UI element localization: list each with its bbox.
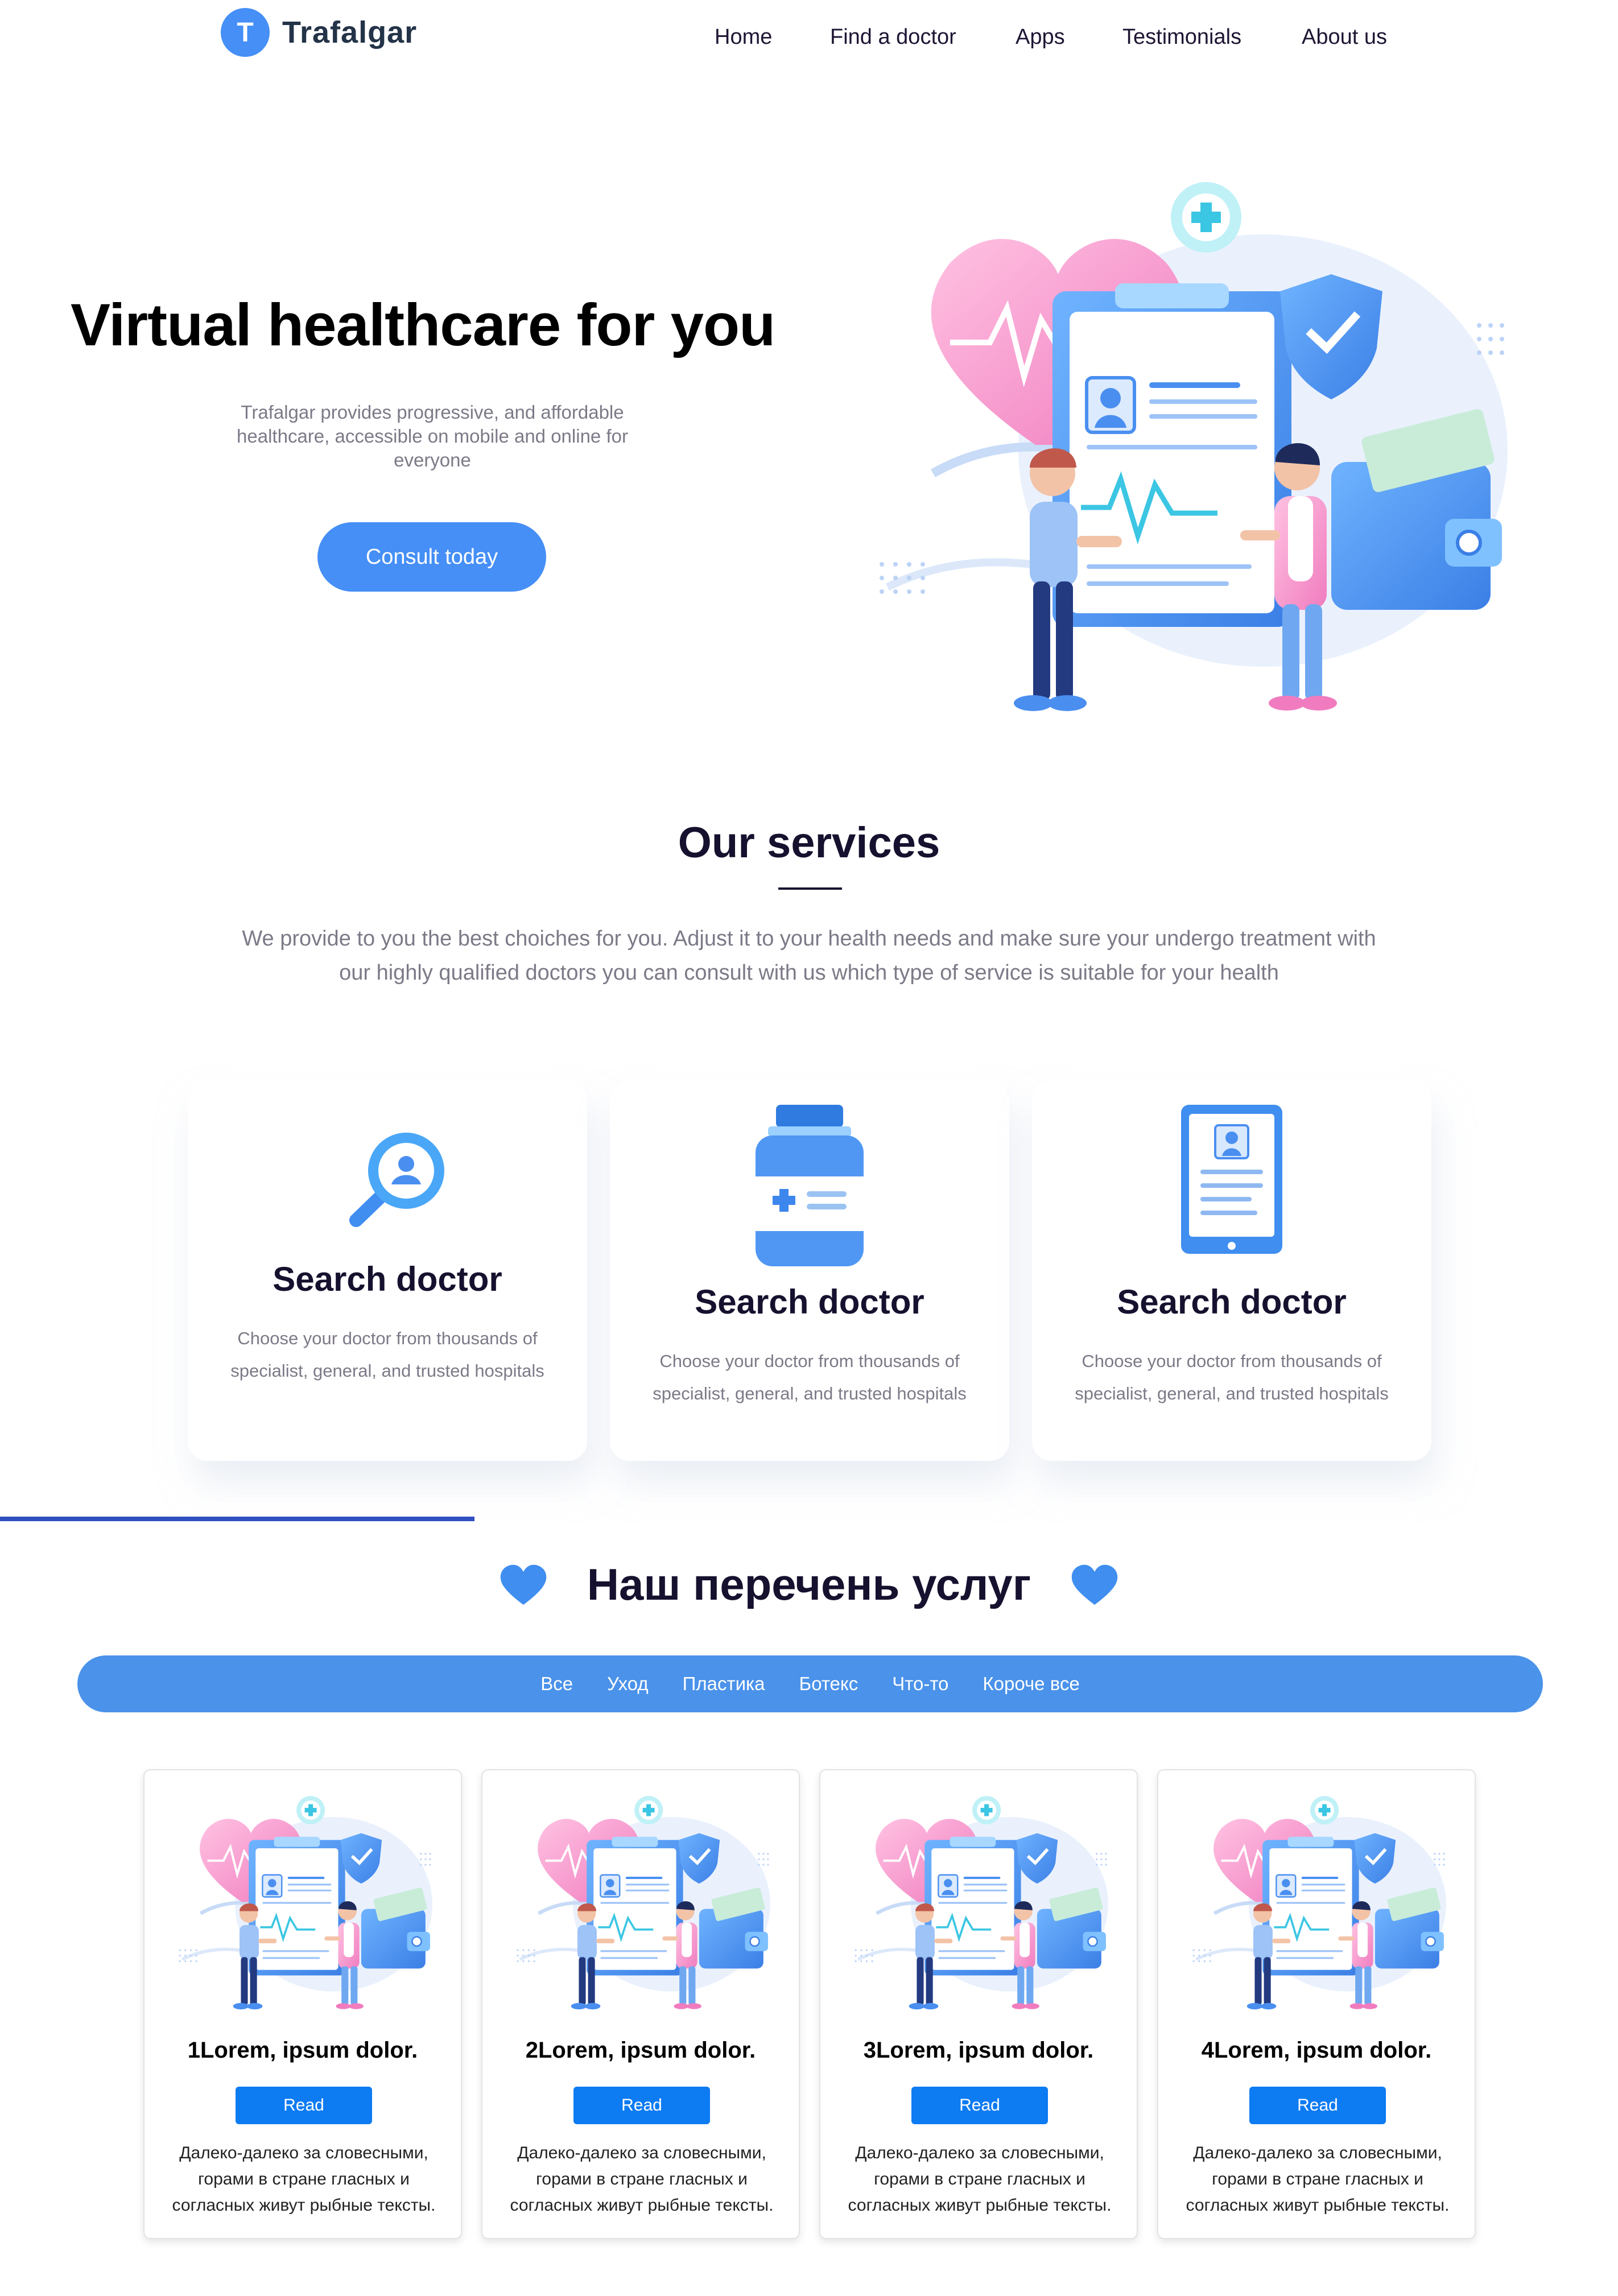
services-description: We provide to you the best choiches for … — [242, 927, 1376, 985]
read-button[interactable]: Read — [573, 2087, 710, 2124]
consult-today-button[interactable]: Consult today — [317, 522, 546, 592]
read-button[interactable]: Read — [911, 2087, 1048, 2124]
product-card-title: 3Lorem, ipsum dolor. — [863, 2038, 1094, 2063]
card-illustration — [849, 1790, 1111, 2018]
product-card-description: Далеко-далеко за словесными, горами в ст… — [172, 2144, 436, 2215]
hero-description: Trafalgar provides progressive, and affo… — [237, 402, 628, 470]
nav-apps[interactable]: Apps — [1016, 25, 1065, 49]
service-card-description: Choose your doctor from thousands of spe… — [653, 1351, 967, 1403]
nav-home[interactable]: Home — [715, 25, 772, 49]
magnifier-icon — [188, 1126, 587, 1246]
filter-botox[interactable]: Ботекс — [799, 1673, 858, 1695]
product-card: 1Lorem, ipsum dolor. Read Далеко-далеко … — [143, 1769, 462, 2239]
read-button[interactable]: Read — [1249, 2087, 1386, 2124]
filter-plastic[interactable]: Пластика — [683, 1673, 765, 1695]
service-card-title: Search doctor — [695, 1283, 924, 1321]
service-card[interactable]: Search doctor Choose your doctor from th… — [188, 1081, 587, 1461]
medicine-jar-icon — [610, 1104, 1009, 1269]
card-illustration — [173, 1790, 435, 2018]
filter-something[interactable]: Что-то — [892, 1673, 948, 1695]
product-card: 4Lorem, ipsum dolor. Read Далеко-далеко … — [1157, 1769, 1476, 2239]
nav-about-us[interactable]: About us — [1302, 25, 1387, 49]
hero-illustration — [865, 177, 1513, 722]
nav-find-a-doctor[interactable]: Find a doctor — [830, 25, 956, 49]
service-card[interactable]: Search doctor Choose your doctor from th… — [610, 1081, 1009, 1461]
read-button[interactable]: Read — [236, 2087, 372, 2124]
product-card-title: 2Lorem, ipsum dolor. — [525, 2038, 756, 2063]
product-card-description: Далеко-далеко за словесными, горами в ст… — [848, 2144, 1112, 2215]
product-card: 2Lorem, ipsum dolor. Read Далеко-далеко … — [481, 1769, 800, 2239]
service-card-title: Search doctor — [1117, 1283, 1347, 1321]
product-card-description: Далеко-далеко за словесными, горами в ст… — [1186, 2144, 1450, 2215]
services-title: Our services — [678, 819, 940, 867]
product-card-title: 1Lorem, ipsum dolor. — [187, 2038, 418, 2063]
card-illustration — [1187, 1790, 1448, 2018]
filter-care[interactable]: Уход — [607, 1673, 649, 1695]
price-list-heading: Наш перечень услуг — [0, 1559, 1618, 1610]
tablet-profile-icon — [1032, 1104, 1431, 1257]
product-card: 3Lorem, ipsum dolor. Read Далеко-далеко … — [819, 1769, 1138, 2239]
main-nav: Home Find a doctor Apps Testimonials Abo… — [0, 25, 1618, 59]
product-card-description: Далеко-далеко за словесными, горами в ст… — [510, 2144, 774, 2215]
heart-icon — [500, 1564, 546, 1605]
service-card-title: Search doctor — [273, 1260, 502, 1298]
service-card-description: Choose your doctor from thousands of spe… — [230, 1328, 544, 1381]
filter-all[interactable]: Все — [540, 1673, 573, 1695]
section-divider — [0, 1517, 474, 1521]
services-title-underline — [778, 887, 842, 890]
heart-icon — [1072, 1564, 1118, 1605]
filter-everything[interactable]: Короче все — [983, 1673, 1079, 1695]
price-list-title: Наш перечень услуг — [587, 1559, 1031, 1609]
hero-title: Virtual healthcare for you — [71, 292, 775, 358]
card-illustration — [511, 1790, 773, 2018]
product-card-title: 4Lorem, ipsum dolor. — [1201, 2038, 1432, 2063]
service-card[interactable]: Search doctor Choose your doctor from th… — [1032, 1081, 1431, 1461]
service-card-description: Choose your doctor from thousands of spe… — [1075, 1351, 1389, 1403]
nav-testimonials[interactable]: Testimonials — [1122, 25, 1241, 49]
category-filter-bar: Все Уход Пластика Ботекс Что-то Короче в… — [77, 1655, 1543, 1712]
